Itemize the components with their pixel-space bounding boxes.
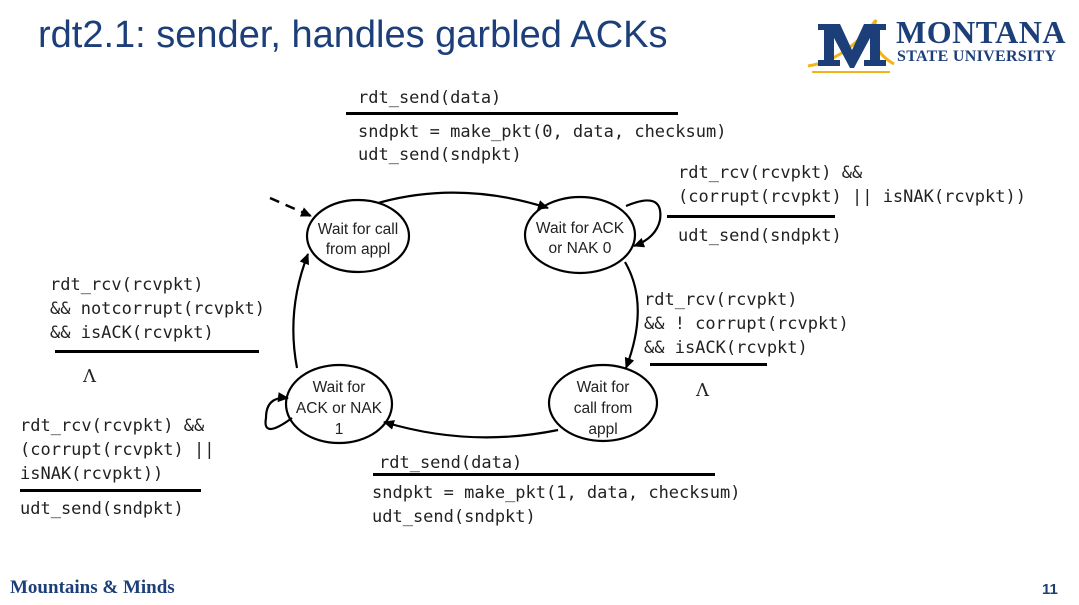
t4-action-1: sndpkt = make_pkt(1, data, checksum): [372, 483, 741, 503]
t4-divider: [373, 473, 715, 476]
t1-divider: [346, 112, 678, 115]
t6-event-3: && isACK(rcvpkt): [50, 323, 214, 343]
t6-event-2: && notcorrupt(rcvpkt): [50, 299, 265, 319]
t2-action: udt_send(sndpkt): [678, 226, 842, 246]
t3-event-2: && ! corrupt(rcvpkt): [644, 314, 849, 334]
t1-action-1: sndpkt = make_pkt(0, data, checksum): [358, 122, 727, 142]
t3-event-1: rdt_rcv(rcvpkt): [644, 290, 798, 310]
state-label-wait-call-0: Wait for call from appl: [317, 221, 399, 258]
t2-event-1: rdt_rcv(rcvpkt) &&: [678, 163, 863, 183]
arrow-t3: [624, 261, 639, 369]
t6-lambda: Λ: [83, 366, 96, 387]
t4-event: rdt_send(data): [379, 453, 523, 473]
t4-action-2: udt_send(sndpkt): [372, 507, 536, 527]
initial-arrow: [269, 196, 312, 218]
page-number: 11: [1042, 581, 1058, 598]
state-label-wait-ack-1: Wait for ACK or NAK 1: [295, 379, 383, 438]
t6-event-1: rdt_rcv(rcvpkt): [50, 275, 204, 295]
t2-divider: [667, 215, 835, 218]
arrow-t1: [377, 191, 549, 210]
state-label-wait-call-1: Wait for call from appl: [573, 379, 633, 438]
arrow-t4: [383, 420, 559, 439]
t3-event-3: && isACK(rcvpkt): [644, 338, 808, 358]
t5-action: udt_send(sndpkt): [20, 499, 184, 519]
arrow-t6: [292, 253, 310, 369]
t5-divider: [20, 489, 201, 492]
t1-action-2: udt_send(sndpkt): [358, 145, 522, 165]
t2-event-2: (corrupt(rcvpkt) || isNAK(rcvpkt)): [678, 187, 1026, 207]
footer-tagline: Mountains & Minds: [10, 577, 175, 598]
t3-divider: [650, 363, 767, 366]
t1-event: rdt_send(data): [358, 88, 502, 108]
t5-event-2: (corrupt(rcvpkt) ||: [20, 440, 215, 460]
t3-lambda: Λ: [696, 380, 709, 401]
state-label-wait-ack-0: Wait for ACK or NAK 0: [535, 220, 625, 257]
t6-divider: [55, 350, 259, 353]
t5-event-1: rdt_rcv(rcvpkt) &&: [20, 416, 205, 436]
t5-event-3: isNAK(rcvpkt)): [20, 464, 164, 484]
